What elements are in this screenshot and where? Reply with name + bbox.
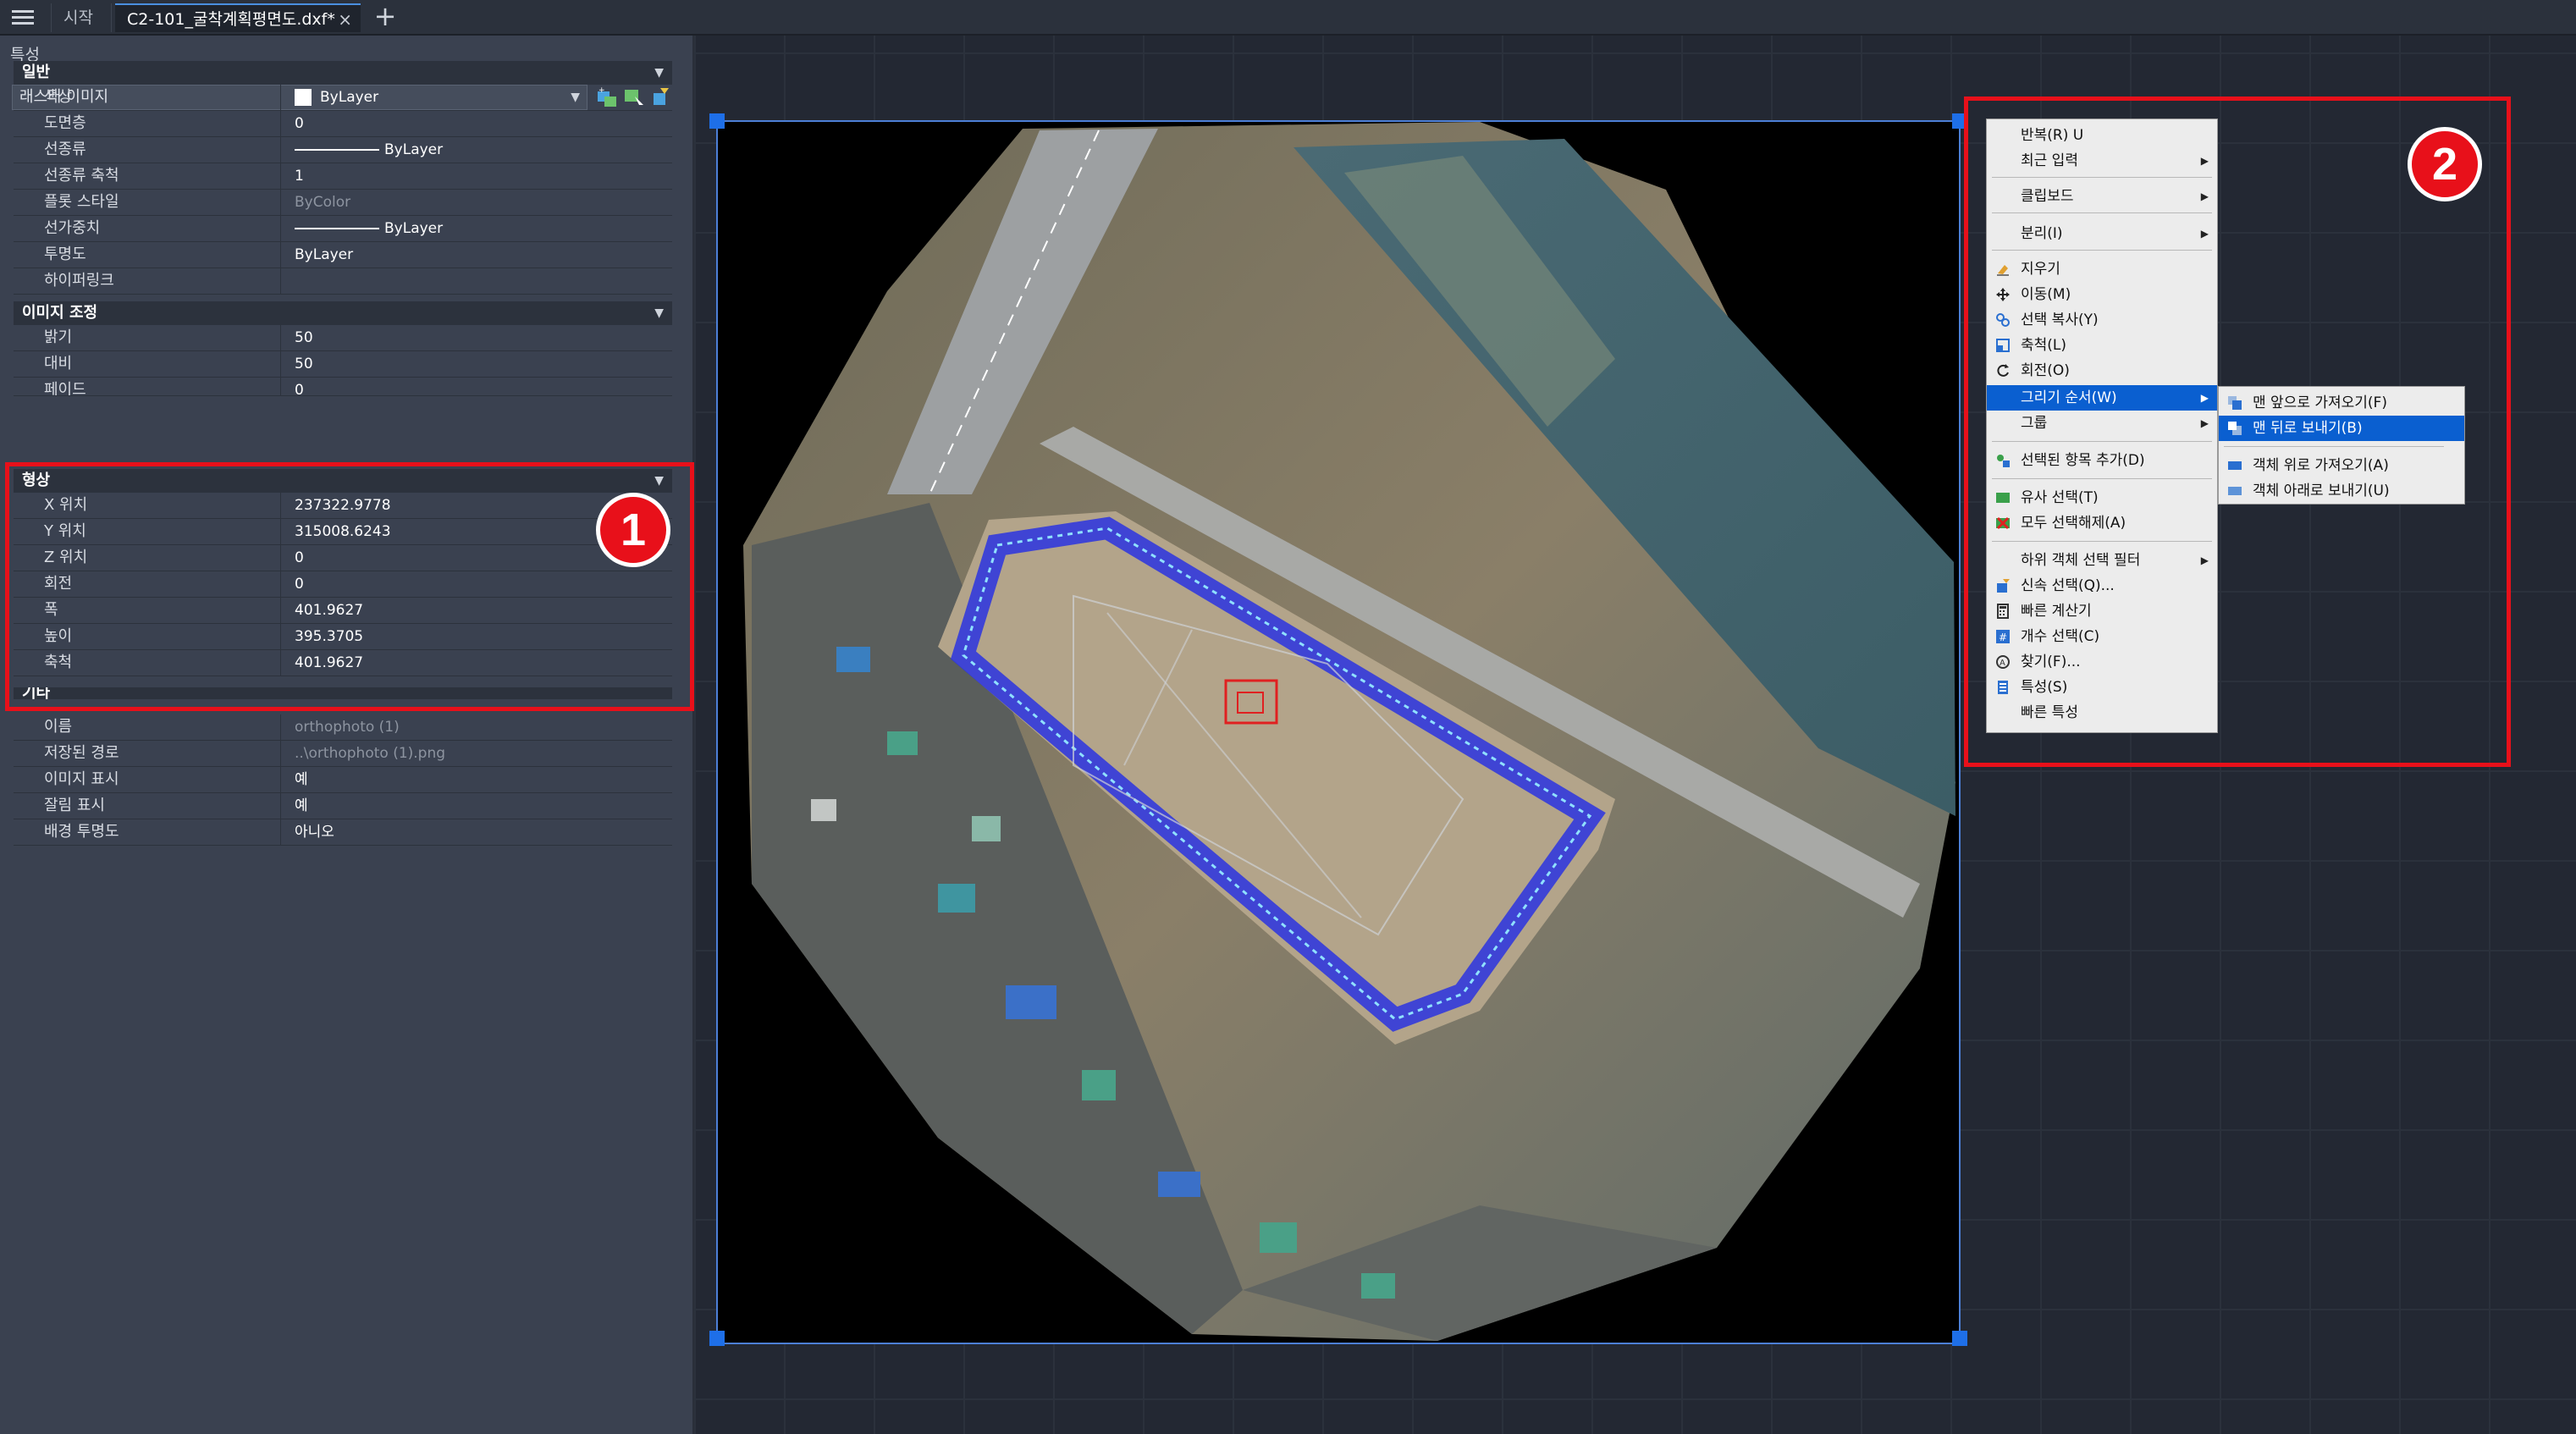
- prop-row-background-transparency[interactable]: 배경 투명도 아니오: [14, 819, 672, 846]
- prop-value: 예: [295, 797, 308, 814]
- section-image-adjust-label: 이미지 조정: [22, 304, 98, 322]
- prop-value: 50: [295, 356, 313, 372]
- close-icon[interactable]: ×: [338, 5, 352, 34]
- prop-label: 선종류 축척: [14, 163, 281, 189]
- chevron-down-icon: ▼: [654, 306, 664, 320]
- prop-row-show-image[interactable]: 이미지 표시 예: [14, 767, 672, 793]
- prop-row-brightness[interactable]: 밝기 50: [14, 325, 672, 351]
- prop-value: 1: [295, 168, 304, 185]
- lineweight-preview: [295, 228, 379, 229]
- prop-value: orthophoto (1): [295, 719, 400, 736]
- prop-label: 플롯 스타일: [14, 190, 281, 215]
- prop-value: 예: [295, 771, 308, 788]
- prop-label: 대비: [14, 351, 281, 377]
- prop-row-color[interactable]: 색상 ByLayer: [14, 85, 672, 111]
- tab-document-label: C2-101_굴착계획평면도.dxf*: [127, 10, 335, 29]
- prop-value: 0: [295, 115, 304, 132]
- add-tab-icon[interactable]: +: [371, 2, 400, 30]
- prop-value: ByLayer: [284, 216, 672, 241]
- prop-label: 저장된 경로: [14, 741, 281, 766]
- annotation-badge-1: 1: [596, 493, 670, 567]
- prop-row-transparency[interactable]: 투명도 ByLayer: [14, 242, 672, 268]
- section-general-label: 일반: [22, 63, 51, 81]
- prop-value-text: ByLayer: [384, 141, 444, 158]
- section-image-adjust[interactable]: 이미지 조정 ▼: [14, 301, 672, 325]
- prop-label: 이름: [14, 714, 281, 740]
- grip-handle[interactable]: [709, 113, 725, 129]
- prop-row-linetype-scale[interactable]: 선종류 축척 1: [14, 163, 672, 190]
- chevron-down-icon: ▼: [654, 66, 664, 80]
- prop-row-show-clipped[interactable]: 잘림 표시 예: [14, 793, 672, 819]
- raster-image[interactable]: [709, 113, 1967, 1346]
- prop-value-text: ByLayer: [320, 89, 379, 106]
- tab-document[interactable]: C2-101_굴착계획평면도.dxf* ×: [115, 3, 361, 32]
- prop-label: 선종류: [14, 137, 281, 163]
- prop-value: [284, 268, 672, 294]
- prop-value: 아니오: [295, 824, 334, 841]
- prop-row-plot-style[interactable]: 플롯 스타일 ByColor: [14, 190, 672, 216]
- prop-label: 하이퍼링크: [14, 268, 281, 294]
- prop-row-contrast[interactable]: 대비 50: [14, 351, 672, 378]
- hamburger-menu-icon[interactable]: [7, 5, 41, 29]
- prop-label: 색상: [14, 85, 281, 110]
- prop-label: 잘림 표시: [14, 793, 281, 819]
- linetype-preview: [295, 149, 379, 151]
- prop-row-hyperlink[interactable]: 하이퍼링크: [14, 268, 672, 295]
- annotation-badge-2: 2: [2408, 127, 2482, 201]
- prop-label: 페이드: [14, 378, 281, 395]
- tab-start[interactable]: 시작: [51, 3, 112, 32]
- prop-label: 이미지 표시: [14, 767, 281, 792]
- prop-row-name[interactable]: 이름 orthophoto (1): [14, 714, 672, 741]
- prop-value: ByLayer: [284, 137, 672, 163]
- highlight-box-geometry: [5, 462, 694, 711]
- prop-row-layer[interactable]: 도면층 0: [14, 111, 672, 137]
- prop-label: 도면층: [14, 111, 281, 136]
- prop-label: 밝기: [14, 325, 281, 350]
- prop-value: 50: [295, 329, 313, 346]
- prop-label: 투명도: [14, 242, 281, 267]
- prop-row-saved-path[interactable]: 저장된 경로 ..\orthophoto (1).png: [14, 741, 672, 767]
- prop-value: 0: [295, 382, 304, 396]
- section-general[interactable]: 일반 ▼: [14, 61, 672, 85]
- color-swatch: [295, 89, 312, 106]
- prop-value: ByLayer: [295, 246, 354, 263]
- grip-handle[interactable]: [1952, 1331, 1967, 1346]
- properties-panel: 특성 래스터 이미지 ▼ + 일반 ▼ 색상 ByLayer 도면층 0 선종류 …: [0, 36, 694, 1434]
- prop-label: 선가중치: [14, 216, 281, 241]
- prop-value: ..\orthophoto (1).png: [295, 745, 446, 762]
- prop-row-fade[interactable]: 페이드 0: [14, 378, 672, 396]
- prop-row-linetype[interactable]: 선종류 ByLayer: [14, 137, 672, 163]
- prop-value: ByColor: [295, 194, 351, 211]
- tab-start-label: 시작: [63, 8, 93, 27]
- prop-label: 배경 투명도: [14, 819, 281, 845]
- orthophoto-image: [743, 122, 1955, 1341]
- prop-row-lineweight[interactable]: 선가중치 ByLayer: [14, 216, 672, 242]
- prop-value-text: ByLayer: [384, 220, 444, 237]
- tab-bar: 시작 C2-101_굴착계획평면도.dxf* × +: [0, 0, 2576, 36]
- prop-value: ByLayer: [284, 85, 672, 110]
- grip-handle[interactable]: [709, 1331, 725, 1346]
